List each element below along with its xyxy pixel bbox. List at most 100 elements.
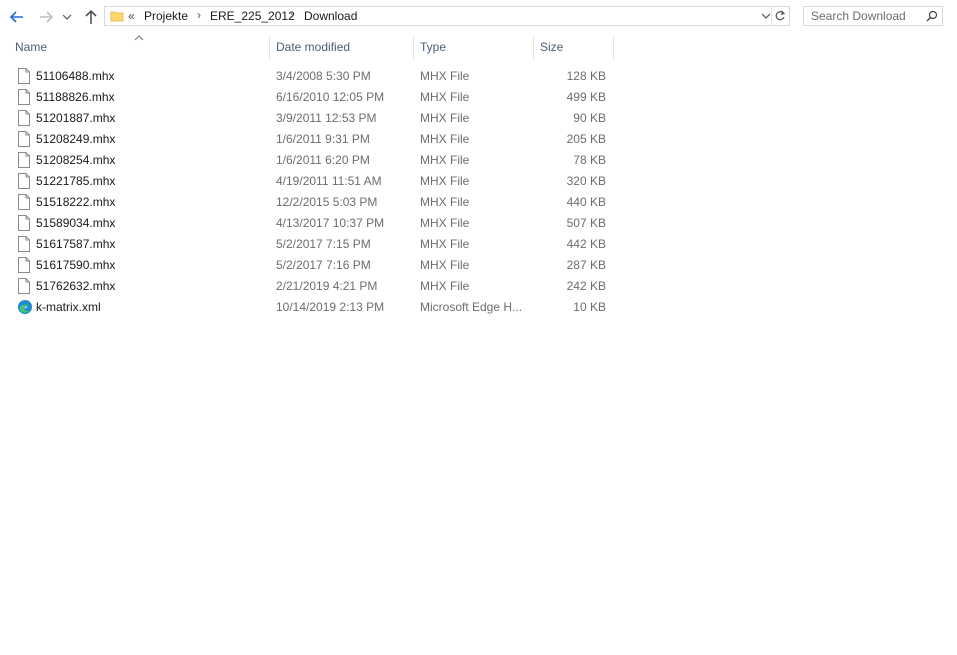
file-name[interactable]: 51762632.mhx: [36, 276, 115, 297]
file-size: 242 KB: [566, 279, 606, 293]
address-history-dropdown[interactable]: [761, 10, 771, 24]
file-row[interactable]: 51208249.mhx 1/6/2011 9:31 PM MHX File 2…: [0, 129, 620, 150]
chevron-down-icon: [62, 14, 72, 20]
file-name[interactable]: 51518222.mhx: [36, 192, 115, 213]
column-header-date-modified[interactable]: Date modified: [270, 36, 413, 60]
file-size: 440 KB: [566, 195, 606, 209]
file-date-modified: 5/2/2017 7:16 PM: [276, 258, 371, 272]
navigation-toolbar: « Projekte › ERE_225_2012 › Download: [0, 0, 957, 34]
file-size: 287 KB: [566, 258, 606, 272]
file-name[interactable]: 51208249.mhx: [36, 129, 115, 150]
back-arrow-icon: [9, 11, 23, 23]
file-row[interactable]: 51762632.mhx 2/21/2019 4:21 PM MHX File …: [0, 276, 620, 297]
breadcrumb-overflow[interactable]: «: [128, 9, 135, 23]
file-date-modified: 5/2/2017 7:15 PM: [276, 237, 371, 251]
search-box[interactable]: [803, 6, 943, 26]
file-date-modified: 4/13/2017 10:37 PM: [276, 216, 385, 230]
file-name[interactable]: 51208254.mhx: [36, 150, 115, 171]
search-icon[interactable]: [926, 10, 938, 25]
file-size: 320 KB: [566, 174, 606, 188]
refresh-button[interactable]: [771, 7, 788, 25]
file-type: MHX File: [420, 279, 470, 293]
column-header-name[interactable]: Name: [9, 36, 269, 60]
file-name[interactable]: 51617590.mhx: [36, 255, 115, 276]
file-row[interactable]: 51221785.mhx 4/19/2011 11:51 AM MHX File…: [0, 171, 620, 192]
document-icon: [17, 194, 31, 210]
document-icon: [17, 236, 31, 252]
document-icon: [17, 110, 31, 126]
file-name[interactable]: 51188826.mhx: [36, 87, 115, 108]
breadcrumb-separator-icon[interactable]: ›: [197, 8, 201, 22]
file-row[interactable]: 51518222.mhx 12/2/2015 5:03 PM MHX File …: [0, 192, 620, 213]
column-divider[interactable]: [613, 36, 614, 60]
file-row[interactable]: 51106488.mhx 3/4/2008 5:30 PM MHX File 1…: [0, 66, 620, 87]
file-size: 205 KB: [566, 132, 606, 146]
file-name[interactable]: 51221785.mhx: [36, 171, 115, 192]
file-name[interactable]: k-matrix.xml: [36, 297, 101, 318]
file-size: 128 KB: [566, 69, 606, 83]
document-icon: [17, 257, 31, 273]
file-row[interactable]: 51617587.mhx 5/2/2017 7:15 PM MHX File 4…: [0, 234, 620, 255]
file-size: 507 KB: [566, 216, 606, 230]
file-name[interactable]: 51617587.mhx: [36, 234, 115, 255]
breadcrumb-separator-icon[interactable]: ›: [290, 8, 294, 22]
file-date-modified: 4/19/2011 11:51 AM: [276, 174, 382, 188]
file-row[interactable]: k-matrix.xml 10/14/2019 2:13 PM Microsof…: [0, 297, 620, 318]
file-type: MHX File: [420, 216, 470, 230]
recent-locations-button[interactable]: [60, 7, 74, 27]
file-row[interactable]: 51208254.mhx 1/6/2011 6:20 PM MHX File 7…: [0, 150, 620, 171]
column-header-size[interactable]: Size: [534, 36, 613, 60]
file-size: 10 KB: [573, 300, 606, 314]
column-header-type[interactable]: Type: [414, 36, 533, 60]
file-type: MHX File: [420, 111, 470, 125]
file-date-modified: 1/6/2011 9:31 PM: [276, 132, 370, 146]
chevron-down-icon: [761, 13, 771, 19]
file-size: 90 KB: [573, 111, 606, 125]
folder-icon: [110, 9, 124, 26]
column-header-row: Name Date modified Type Size: [0, 36, 957, 60]
file-row[interactable]: 51201887.mhx 3/9/2011 12:53 PM MHX File …: [0, 108, 620, 129]
file-row[interactable]: 51617590.mhx 5/2/2017 7:16 PM MHX File 2…: [0, 255, 620, 276]
document-icon: [17, 131, 31, 147]
document-icon: [17, 152, 31, 168]
file-size: 442 KB: [566, 237, 606, 251]
file-row[interactable]: 51589034.mhx 4/13/2017 10:37 PM MHX File…: [0, 213, 620, 234]
file-name[interactable]: 51201887.mhx: [36, 108, 115, 129]
breadcrumb-item-ere-225-2012[interactable]: ERE_225_2012: [210, 9, 295, 23]
up-arrow-icon: [85, 9, 97, 24]
file-type: MHX File: [420, 69, 470, 83]
document-icon: [17, 68, 31, 84]
breadcrumb-item-download[interactable]: Download: [304, 9, 357, 23]
edge-icon: [17, 299, 32, 315]
file-type: MHX File: [420, 153, 470, 167]
file-type: MHX File: [420, 195, 470, 209]
file-size: 499 KB: [566, 90, 606, 104]
file-size: 78 KB: [573, 153, 606, 167]
file-type: Microsoft Edge H...: [420, 300, 523, 314]
file-date-modified: 12/2/2015 5:03 PM: [276, 195, 378, 209]
document-icon: [17, 89, 31, 105]
file-date-modified: 10/14/2019 2:13 PM: [276, 300, 385, 314]
back-button[interactable]: [7, 7, 27, 27]
forward-button[interactable]: [36, 7, 56, 27]
file-date-modified: 3/4/2008 5:30 PM: [276, 69, 371, 83]
file-date-modified: 1/6/2011 6:20 PM: [276, 153, 370, 167]
file-date-modified: 3/9/2011 12:53 PM: [276, 111, 377, 125]
file-type: MHX File: [420, 132, 470, 146]
refresh-icon: [775, 10, 786, 21]
document-icon: [17, 173, 31, 189]
forward-arrow-icon: [40, 11, 54, 23]
breadcrumb-item-projekte[interactable]: Projekte: [144, 9, 188, 23]
file-type: MHX File: [420, 90, 470, 104]
file-row[interactable]: 51188826.mhx 6/16/2010 12:05 PM MHX File…: [0, 87, 620, 108]
address-bar[interactable]: « Projekte › ERE_225_2012 › Download: [104, 6, 790, 26]
file-type: MHX File: [420, 174, 470, 188]
file-name[interactable]: 51106488.mhx: [36, 66, 115, 87]
document-icon: [17, 278, 31, 294]
search-input[interactable]: [804, 7, 929, 25]
file-name[interactable]: 51589034.mhx: [36, 213, 115, 234]
file-date-modified: 6/16/2010 12:05 PM: [276, 90, 385, 104]
up-button[interactable]: [81, 7, 101, 27]
file-date-modified: 2/21/2019 4:21 PM: [276, 279, 378, 293]
file-type: MHX File: [420, 258, 470, 272]
